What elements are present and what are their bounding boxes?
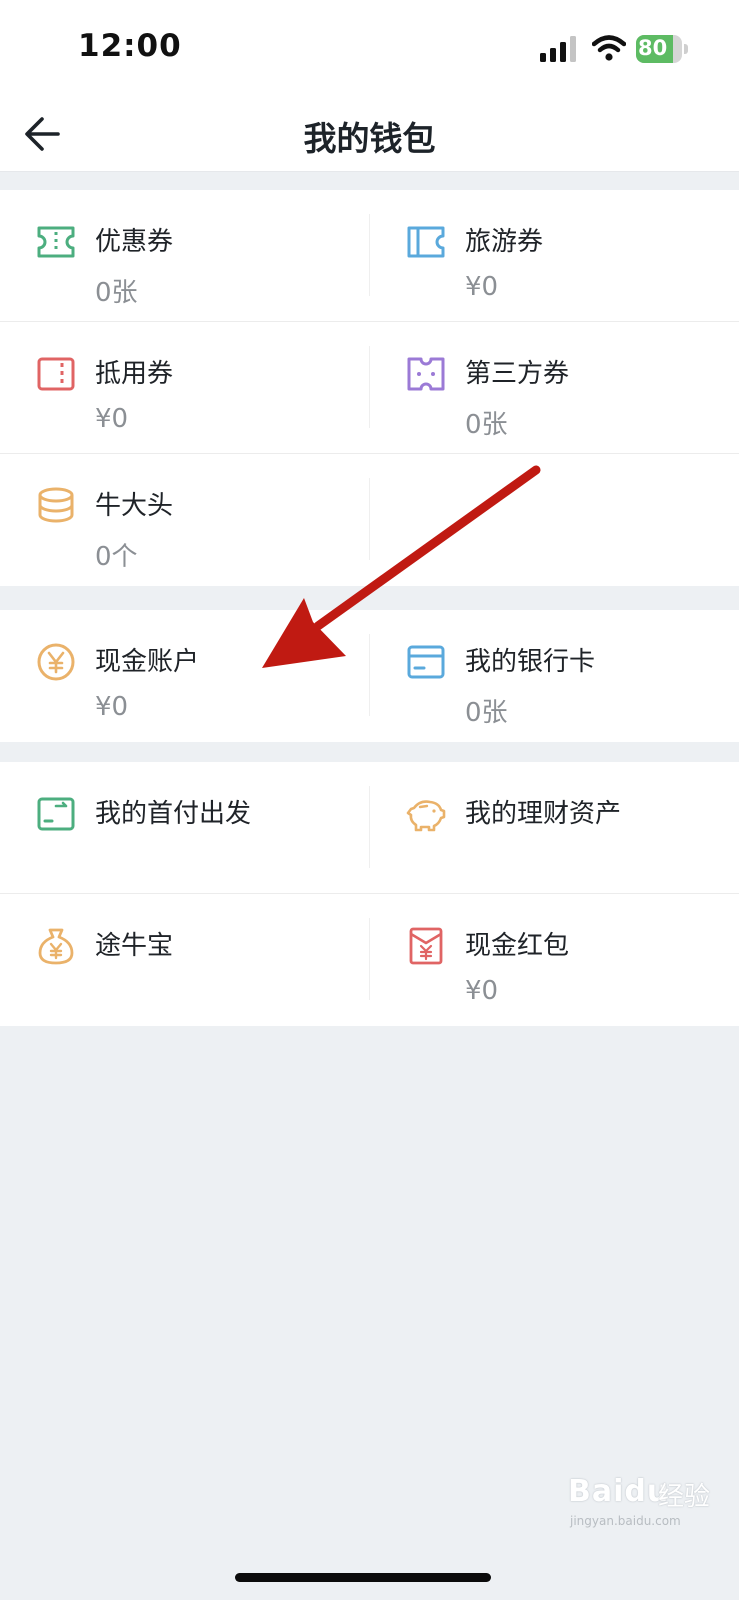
travel-voucher-value: ¥0: [465, 272, 499, 302]
watermark-brand: Baidu: [568, 1474, 670, 1509]
wallet-row: 牛大头 0个: [0, 454, 739, 586]
home-indicator[interactable]: [235, 1573, 491, 1582]
travel-voucher-label: 旅游券: [465, 227, 544, 257]
niu-coins-label: 牛大头: [95, 491, 174, 521]
down-payment-item[interactable]: 我的首付出发: [0, 762, 369, 894]
wallet-row: 抵用券 ¥0 第三方券 0张: [0, 322, 739, 454]
finance-section: 我的首付出发 我的理财资产 途牛宝 现金红包 ¥0: [0, 762, 739, 1026]
deduction-voucher-item[interactable]: 抵用券 ¥0: [0, 322, 369, 454]
nav-bar: 我的钱包: [0, 96, 739, 172]
deduction-voucher-value: ¥0: [95, 404, 129, 434]
watermark-logo: Baidu 经验 jingyan.baidu.com: [566, 1466, 736, 1542]
battery-indicator: 80: [636, 35, 688, 63]
bank-card-item[interactable]: 我的银行卡 0张: [370, 610, 739, 742]
coupon-label: 优惠券: [95, 227, 174, 257]
red-envelope-icon: [409, 927, 443, 965]
bank-card-icon: [407, 645, 445, 679]
bank-card-value: 0张: [465, 698, 508, 728]
cellular-signal-icon: [540, 36, 576, 62]
wifi-icon: [592, 35, 626, 61]
third-party-voucher-label: 第三方券: [465, 359, 570, 389]
page-title: 我的钱包: [303, 119, 436, 158]
piggy-bank-icon: [406, 800, 446, 832]
coin-stack-icon: [38, 487, 74, 523]
coupon-item[interactable]: 优惠券 0张: [0, 190, 369, 322]
down-payment-card-icon: [37, 797, 75, 831]
account-section: 现金账户 ¥0 我的银行卡 0张: [0, 610, 739, 742]
wealth-assets-item[interactable]: 我的理财资产: [370, 762, 739, 894]
cash-account-value: ¥0: [95, 692, 129, 722]
third-party-voucher-item[interactable]: 第三方券 0张: [370, 322, 739, 454]
ticket-icon: [37, 226, 75, 258]
status-time: 12:00: [78, 28, 182, 64]
money-bag-icon: [38, 928, 74, 965]
cash-account-item[interactable]: 现金账户 ¥0: [0, 610, 369, 742]
tuniubao-label: 途牛宝: [95, 931, 174, 961]
cash-account-label: 现金账户: [95, 647, 200, 677]
watermark-text: 经验: [658, 1482, 711, 1512]
battery-percent: 80: [638, 36, 668, 60]
deduction-voucher-label: 抵用券: [95, 359, 174, 389]
voucher-section: 优惠券 0张 旅游券 ¥0 抵用券 ¥0 第三方券 0张 牛大头 0个: [0, 190, 739, 586]
niu-coins-value: 0个: [95, 542, 138, 572]
niu-coins-item[interactable]: 牛大头 0个: [0, 454, 369, 586]
wallet-row: 优惠券 0张 旅游券 ¥0: [0, 190, 739, 322]
voucher-icon: [37, 357, 75, 391]
wallet-row: 现金账户 ¥0 我的银行卡 0张: [0, 610, 739, 742]
red-packet-label: 现金红包: [465, 931, 570, 961]
third-party-voucher-icon: [407, 357, 445, 391]
red-packet-value: ¥0: [465, 976, 499, 1006]
yuan-circle-icon: [37, 643, 75, 681]
red-packet-item[interactable]: 现金红包 ¥0: [370, 894, 739, 1026]
wallet-row: 我的首付出发 我的理财资产: [0, 762, 739, 894]
third-party-voucher-value: 0张: [465, 410, 508, 440]
down-payment-label: 我的首付出发: [95, 799, 252, 829]
travel-voucher-icon: [407, 226, 445, 258]
status-bar: 12:00 80: [0, 0, 739, 96]
bank-card-label: 我的银行卡: [465, 647, 596, 677]
travel-voucher-item[interactable]: 旅游券 ¥0: [370, 190, 739, 322]
tuniubao-item[interactable]: 途牛宝: [0, 894, 369, 1026]
wealth-assets-label: 我的理财资产: [465, 799, 622, 829]
watermark-url: jingyan.baidu.com: [570, 1514, 681, 1528]
wallet-row: 途牛宝 现金红包 ¥0: [0, 894, 739, 1026]
coupon-value: 0张: [95, 278, 138, 308]
